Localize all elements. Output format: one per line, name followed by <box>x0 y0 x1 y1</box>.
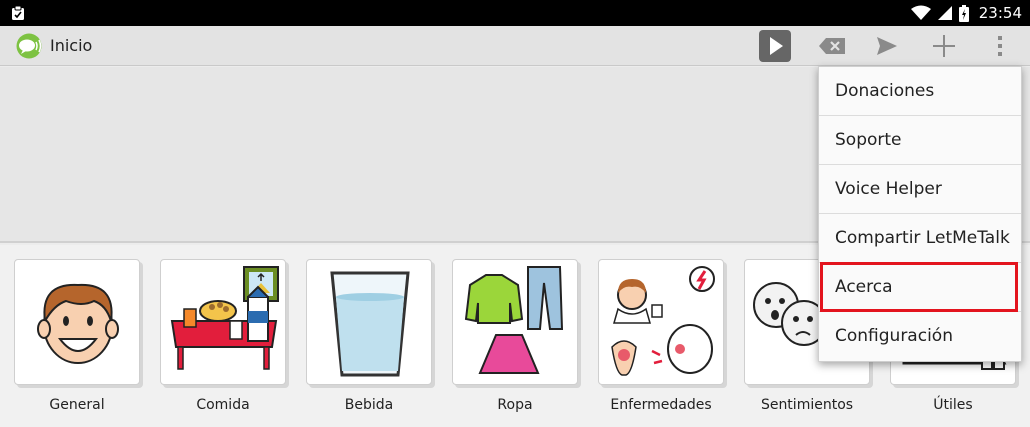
backspace-icon <box>819 38 845 54</box>
app-screen: 23:54 Inicio General Comida Bebida Ropa … <box>0 0 1030 427</box>
menu-item-donaciones[interactable]: Donaciones <box>819 67 1021 116</box>
food-table-icon <box>170 266 279 370</box>
category-card[interactable] <box>14 259 140 385</box>
category-label: Bebida <box>344 397 394 413</box>
category-ropa[interactable]: Ropa <box>452 259 582 419</box>
category-general[interactable]: General <box>14 259 144 419</box>
menu-item-soporte[interactable]: Soporte <box>819 116 1021 165</box>
menu-item-configuracion[interactable]: Configuración <box>819 312 1021 361</box>
more-options-button[interactable] <box>983 30 1017 62</box>
category-label: General <box>49 397 105 413</box>
wifi-icon <box>910 5 931 20</box>
status-bar: 23:54 <box>0 0 1030 26</box>
category-card[interactable] <box>160 259 286 385</box>
clipboard-icon <box>12 5 24 20</box>
category-card[interactable] <box>452 259 578 385</box>
play-button[interactable] <box>758 30 792 62</box>
acerca-highlight-box <box>820 262 1018 312</box>
category-card[interactable] <box>306 259 432 385</box>
illness-icon <box>611 266 715 376</box>
category-enfermedades[interactable]: Enfermedades <box>598 259 728 419</box>
signal-icon <box>937 6 952 20</box>
category-card[interactable] <box>598 259 724 385</box>
page-title: Inicio <box>50 36 93 55</box>
overflow-menu: Donaciones Soporte Voice Helper Comparti… <box>818 66 1022 362</box>
clothes-icon <box>464 266 564 374</box>
menu-item-compartir[interactable]: Compartir LetMeTalk <box>819 214 1021 263</box>
water-glass-icon <box>330 271 410 377</box>
smiling-boy-icon <box>37 283 119 364</box>
send-icon <box>877 37 897 55</box>
category-label: Enfermedades <box>610 397 712 413</box>
backspace-button[interactable] <box>815 30 849 62</box>
send-button[interactable] <box>870 30 904 62</box>
add-button[interactable] <box>927 30 961 62</box>
category-label: Sentimientos <box>760 397 854 413</box>
battery-icon <box>958 4 969 22</box>
menu-item-voice-helper[interactable]: Voice Helper <box>819 165 1021 214</box>
category-label: Comida <box>196 397 250 413</box>
category-comida[interactable]: Comida <box>160 259 290 419</box>
category-bebida[interactable]: Bebida <box>306 259 436 419</box>
action-bar: Inicio <box>0 26 1030 66</box>
play-icon <box>759 30 791 62</box>
more-icon <box>998 36 1002 56</box>
category-label: Útiles <box>933 397 973 413</box>
app-logo-icon[interactable] <box>14 33 44 59</box>
category-label: Ropa <box>497 397 533 413</box>
status-time: 23:54 <box>978 4 1022 22</box>
add-icon <box>933 35 955 57</box>
